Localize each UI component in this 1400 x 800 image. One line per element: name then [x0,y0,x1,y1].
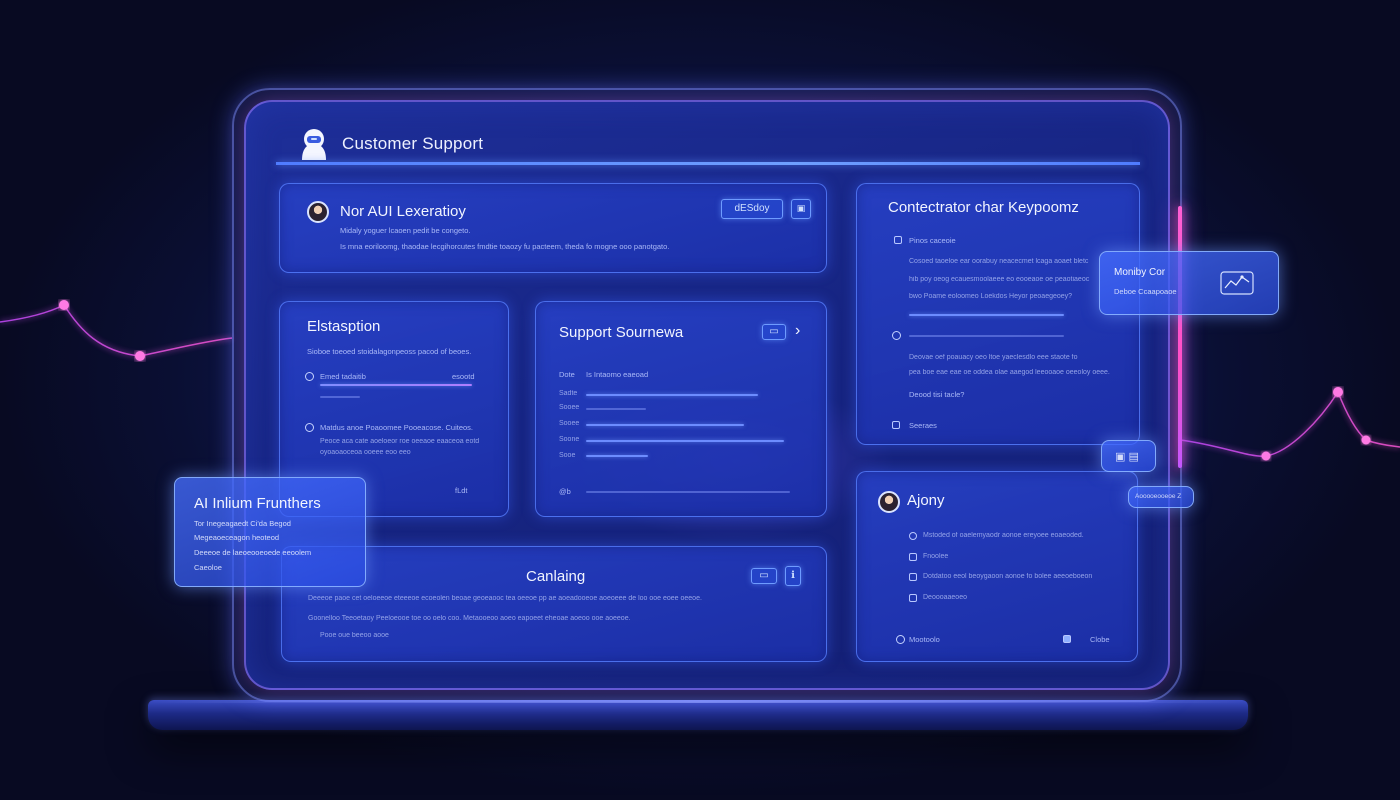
card-ajony-title: Ajony [907,492,945,509]
alert-icon [909,573,917,581]
lexeration-status-button[interactable]: dESdoy [721,199,783,219]
keypoomz-footer: Seeraes [909,421,937,430]
frunthers-line: Megeaoeceagon heoteod [194,533,280,542]
card-elstasption-desc: Sioboe toeoed stoidalagonpeoss pacod of … [307,347,472,356]
bell-icon[interactable] [896,635,905,644]
elstasption-progress [320,384,472,386]
sources-next-arrow[interactable]: › [795,322,800,340]
elstasption-progress-2 [320,396,360,398]
ajony-footer-right[interactable]: Clobe [1090,635,1110,644]
laptop-base [148,700,1248,730]
card-lexeration-line2: Is mna eoriloomg, thaodae lecgihorcutes … [340,242,670,251]
radio-icon[interactable] [892,331,901,340]
chart-icon [1220,271,1254,295]
elstasption-section: Matdus anoe Poaoomee Pooeacose. Cuiteos. [320,423,474,432]
header-divider [276,162,1140,165]
source-bar [586,424,744,426]
widget-icons: ▣ ▤ [1115,451,1139,463]
card-lexeration[interactable]: Nor AUI Lexeratioy Midaly yoguer lcaoen … [279,183,827,273]
app-header: Customer Support [296,124,483,164]
frunthers-line: Tor Inegeagaedt Ci'da Begod [194,519,291,528]
keypoomz-bar-2 [909,335,1064,337]
card-support-sources[interactable]: Support Sournewa ▭ › Dote Is Intaomo eae… [535,301,827,517]
monitor-title: Moniby Cor [1114,267,1166,278]
monitor-sub: Deboe Ccaapoaoe [1114,287,1177,296]
floating-panel-monitor[interactable]: Moniby Cor Deboe Ccaapoaoe [1099,251,1279,315]
source-row-label: Sadte [559,390,578,397]
card-keypoomz[interactable]: Contectrator char Keypoomz Pinos caceoie… [856,183,1140,445]
keypoomz-question: Deood tisi tacle? [909,390,965,399]
card-ajony[interactable]: Ajony Mstoded of oaelemyaodr aonoe ereyo… [856,471,1138,662]
canlaing-info-button[interactable]: ℹ [785,566,801,586]
frunthers-title: AI Inlium Frunthers [194,495,321,512]
sources-header-left: Dote [559,370,575,379]
ajony-footer-left[interactable]: Mootoolo [909,635,940,644]
elstasption-footer: fLdt [455,486,468,495]
mail-icon [892,421,900,429]
ajony-item: Deoooaaeoeo [923,594,967,601]
card-lexeration-title: Nor AUI Lexeratioy [340,203,466,220]
floating-widget-label[interactable]: Aooooeooeoe Z [1128,486,1194,508]
clock-icon [305,372,314,381]
info-icon [305,423,314,432]
card-keypoomz-title: Contectrator char Keypoomz [888,199,1079,216]
keypoomz-para1-line: hib poy oeog ecauesmoolaeee eo eooeaoe o… [909,276,1090,283]
calendar-icon [909,594,917,602]
ajony-item: Dotdatoo eeol beoygaoon aonoe fo bolee a… [923,573,1093,580]
frunthers-line: Caeoloe [194,563,222,572]
frunthers-line: Deeeoe de laeoeooeoede eeoolem [194,548,312,557]
source-bar [586,394,758,396]
elstasption-row1-label: Emed tadaitib [320,372,366,381]
card-canlaing-title: Canlaing [526,568,586,585]
source-bar [586,408,646,410]
canlaing-line2: Goonelloo Teeoetaoy Peeloeooe toe oo oel… [308,615,631,622]
floating-widget-icons[interactable]: ▣ ▤ [1101,440,1156,472]
source-row-label: Soone [559,436,580,443]
source-bar [586,440,784,442]
neon-accent-line [1178,206,1182,468]
sources-toggle-button[interactable]: ▭ [762,324,786,340]
document-icon [894,236,902,244]
elstasption-sub1: Peoce aca cate aoeloeor roe oeeaoe eaace… [320,438,480,445]
sources-footer-bar [586,491,790,493]
canlaing-line3: Pooe oue beeoo aooe [320,632,389,639]
keypoomz-bar [909,314,1064,316]
keypoomz-para2-line: Deovae oef poauacy oeo ltoe yaeclesdlo e… [909,354,1078,361]
keypoomz-para1-line: bwo Poame eoloomeo Loekdos Heyor peoaege… [909,293,1073,300]
source-row-label: Sooee [559,420,580,427]
source-row-label: Sooee [559,404,580,411]
shield-icon[interactable] [1063,635,1071,643]
app-title: Customer Support [342,134,484,153]
keypoomz-para2-line: pea boe eae eae oe oddea olae aaegod lee… [909,369,1110,376]
keypoomz-subtitle: Pinos caceoie [909,236,956,245]
ajony-item: Mstoded of oaelemyaodr aonoe ereyoee eoa… [923,532,1084,539]
source-bar [586,455,648,457]
sources-footer-icon: @b [559,487,571,496]
sources-header-mid: Is Intaomo eaeoad [586,370,649,379]
user-icon [909,532,917,540]
floating-panel-frunthers[interactable]: AI Inlium Frunthers Tor Inegeagaedt Ci'd… [174,477,366,587]
elstasption-sub2: oyoaoaoceoa ooeee eoo eeo [320,449,411,456]
elstasption-row1-right: esootd [452,372,475,381]
widget-label: Aooooeooeoe Z [1135,493,1182,500]
lexeration-options-button[interactable]: ▣ [791,199,811,219]
card-sources-title: Support Sournewa [559,324,684,341]
keypoomz-para1-line: Cosoed taoeloe ear oorabuy neacecmet lca… [909,258,1089,265]
card-lexeration-line1: Midaly yoguer lcaoen pedit be congeto. [340,226,471,235]
list-icon [909,553,917,561]
card-elstasption-title: Elstasption [307,318,381,335]
canlaing-line1: Deeeoe paoe cet oeloeeoe eteeeoe ecoeole… [308,595,702,602]
agent-avatar [307,201,329,223]
user-avatar [878,491,900,513]
source-row-label: Sooe [559,452,576,459]
ajony-item: Fnoolee [923,553,949,560]
canlaing-toggle-button[interactable]: ▭ [751,568,777,584]
support-agent-icon [302,129,326,160]
